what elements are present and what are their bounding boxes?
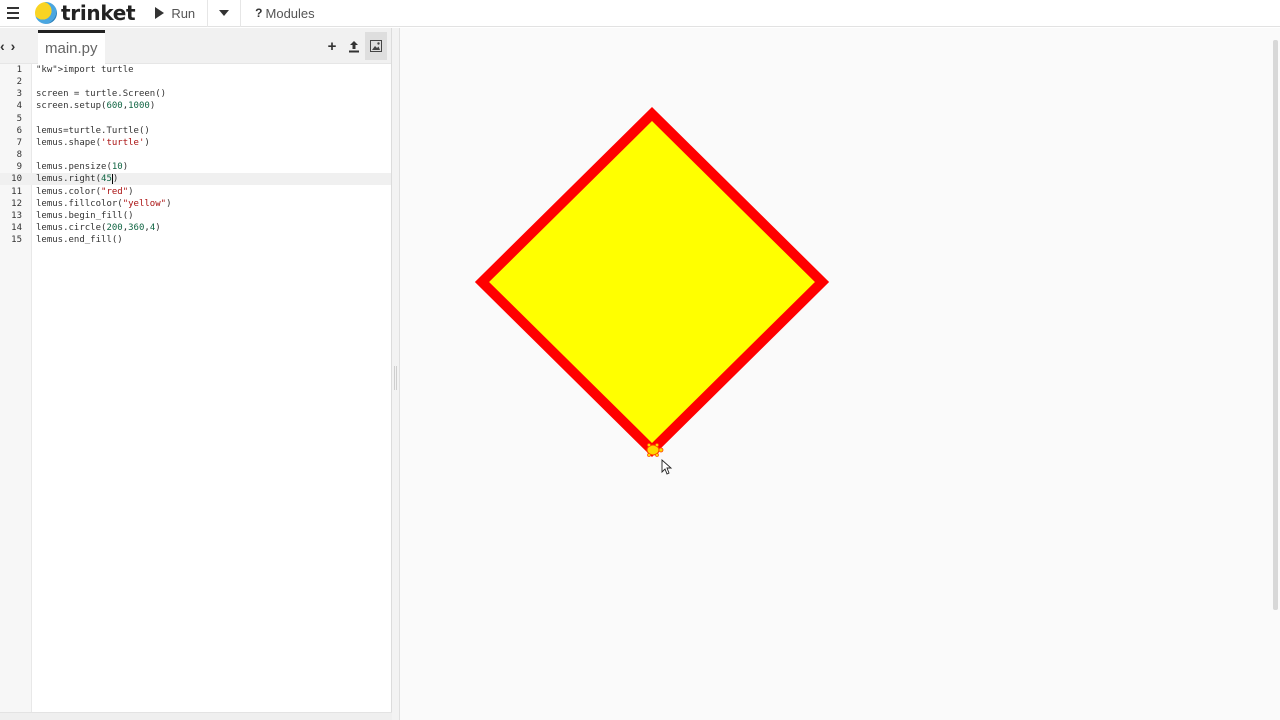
splitter-grip-icon[interactable]	[394, 366, 397, 390]
code-line[interactable]: 7 lemus.shape('turtle')	[0, 137, 391, 149]
editor-status-strip	[0, 712, 392, 720]
code-text: lemus.circle(200,360,4)	[36, 222, 161, 233]
code-text: lemus.begin_fill()	[36, 210, 134, 221]
code-line[interactable]: 3 screen = turtle.Screen()	[0, 88, 391, 100]
tab-navigation: ‹ ›	[0, 38, 15, 54]
image-icon	[370, 40, 382, 52]
pane-splitter[interactable]	[392, 28, 400, 720]
image-library-button[interactable]	[365, 32, 387, 60]
line-number: 4	[16, 101, 22, 112]
file-tools: +	[321, 32, 387, 60]
code-text: lemus.shape('turtle')	[36, 137, 150, 148]
editor-pane: ‹ › main.py + 1 "kw">import turtle 2 3 s…	[0, 28, 392, 720]
trinket-logo[interactable]: trinket	[35, 0, 136, 27]
mouse-pointer-icon	[661, 458, 673, 475]
code-line[interactable]: 12 lemus.fillcolor("yellow")	[0, 198, 391, 210]
code-text: lemus=turtle.Turtle()	[36, 125, 150, 136]
menu-icon[interactable]	[0, 0, 25, 27]
code-text: lemus.pensize(10)	[36, 162, 129, 173]
run-button[interactable]: Run	[145, 0, 207, 27]
file-tab-bar: ‹ › main.py +	[0, 28, 391, 64]
plus-icon: +	[327, 37, 337, 55]
code-text: lemus.fillcolor("yellow")	[36, 198, 172, 209]
modules-button[interactable]: ? Modules	[241, 0, 314, 27]
code-text: "kw">import turtle	[36, 65, 134, 75]
line-number: 7	[16, 137, 22, 148]
code-line[interactable]: 4 screen.setup(600,1000)	[0, 100, 391, 112]
code-text: screen.setup(600,1000)	[36, 101, 156, 112]
trinket-logo-icon	[35, 2, 57, 24]
modules-label: Modules	[265, 5, 315, 21]
code-text: lemus.end_fill()	[36, 235, 123, 246]
play-icon	[155, 7, 165, 19]
file-tab-label: main.py	[45, 40, 98, 57]
upload-file-button[interactable]	[343, 32, 365, 60]
code-text: screen = turtle.Screen()	[36, 89, 167, 100]
code-line[interactable]: 5	[0, 113, 391, 125]
code-line[interactable]: 2	[0, 76, 391, 88]
chevron-right-icon[interactable]: ›	[11, 38, 16, 54]
question-icon: ?	[255, 6, 263, 20]
top-toolbar: trinket Run ? Modules	[0, 0, 1280, 27]
line-number: 14	[11, 222, 22, 233]
line-number: 13	[11, 210, 22, 221]
code-line[interactable]: 9 lemus.pensize(10)	[0, 161, 391, 173]
code-line[interactable]: 6 lemus=turtle.Turtle()	[0, 125, 391, 137]
turtle-output-canvas	[400, 28, 1280, 720]
code-editor[interactable]: 1 "kw">import turtle 2 3 screen = turtle.Scr…	[0, 64, 391, 720]
code-text: lemus.right(45)	[36, 173, 119, 185]
code-line[interactable]: 10 lemus.right(45)	[0, 173, 391, 186]
code-text: lemus.color("red")	[36, 186, 134, 197]
code-line[interactable]: 15 lemus.end_fill()	[0, 234, 391, 246]
line-number: 3	[16, 89, 22, 100]
line-number: 2	[16, 77, 22, 88]
code-line[interactable]: 8	[0, 149, 391, 161]
line-number: 6	[16, 125, 22, 136]
line-number: 15	[11, 235, 22, 246]
run-label: Run	[171, 5, 196, 21]
tab-main-py[interactable]: main.py	[38, 30, 105, 64]
line-number: 10	[11, 174, 22, 185]
line-number: 5	[16, 113, 22, 124]
brand-name: trinket	[61, 1, 136, 25]
drawn-diamond	[474, 106, 830, 458]
code-line[interactable]: 1 "kw">import turtle	[0, 64, 391, 76]
code-line[interactable]: 14 lemus.circle(200,360,4)	[0, 222, 391, 234]
caret-down-icon	[219, 10, 230, 16]
line-number: 1	[16, 65, 22, 75]
code-line[interactable]: 13 lemus.begin_fill()	[0, 210, 391, 222]
line-number: 12	[11, 198, 22, 209]
upload-icon	[349, 40, 359, 52]
turtle-drawing	[474, 106, 830, 475]
output-scrollbar[interactable]	[1273, 40, 1278, 610]
line-number: 8	[16, 150, 22, 161]
add-file-button[interactable]: +	[321, 32, 343, 60]
chevron-left-icon[interactable]: ‹	[0, 38, 5, 54]
line-number: 11	[11, 186, 22, 197]
code-line[interactable]: 11 lemus.color("red")	[0, 186, 391, 198]
line-number: 9	[16, 162, 22, 173]
text-cursor	[111, 173, 113, 184]
run-options-dropdown[interactable]	[207, 0, 242, 27]
